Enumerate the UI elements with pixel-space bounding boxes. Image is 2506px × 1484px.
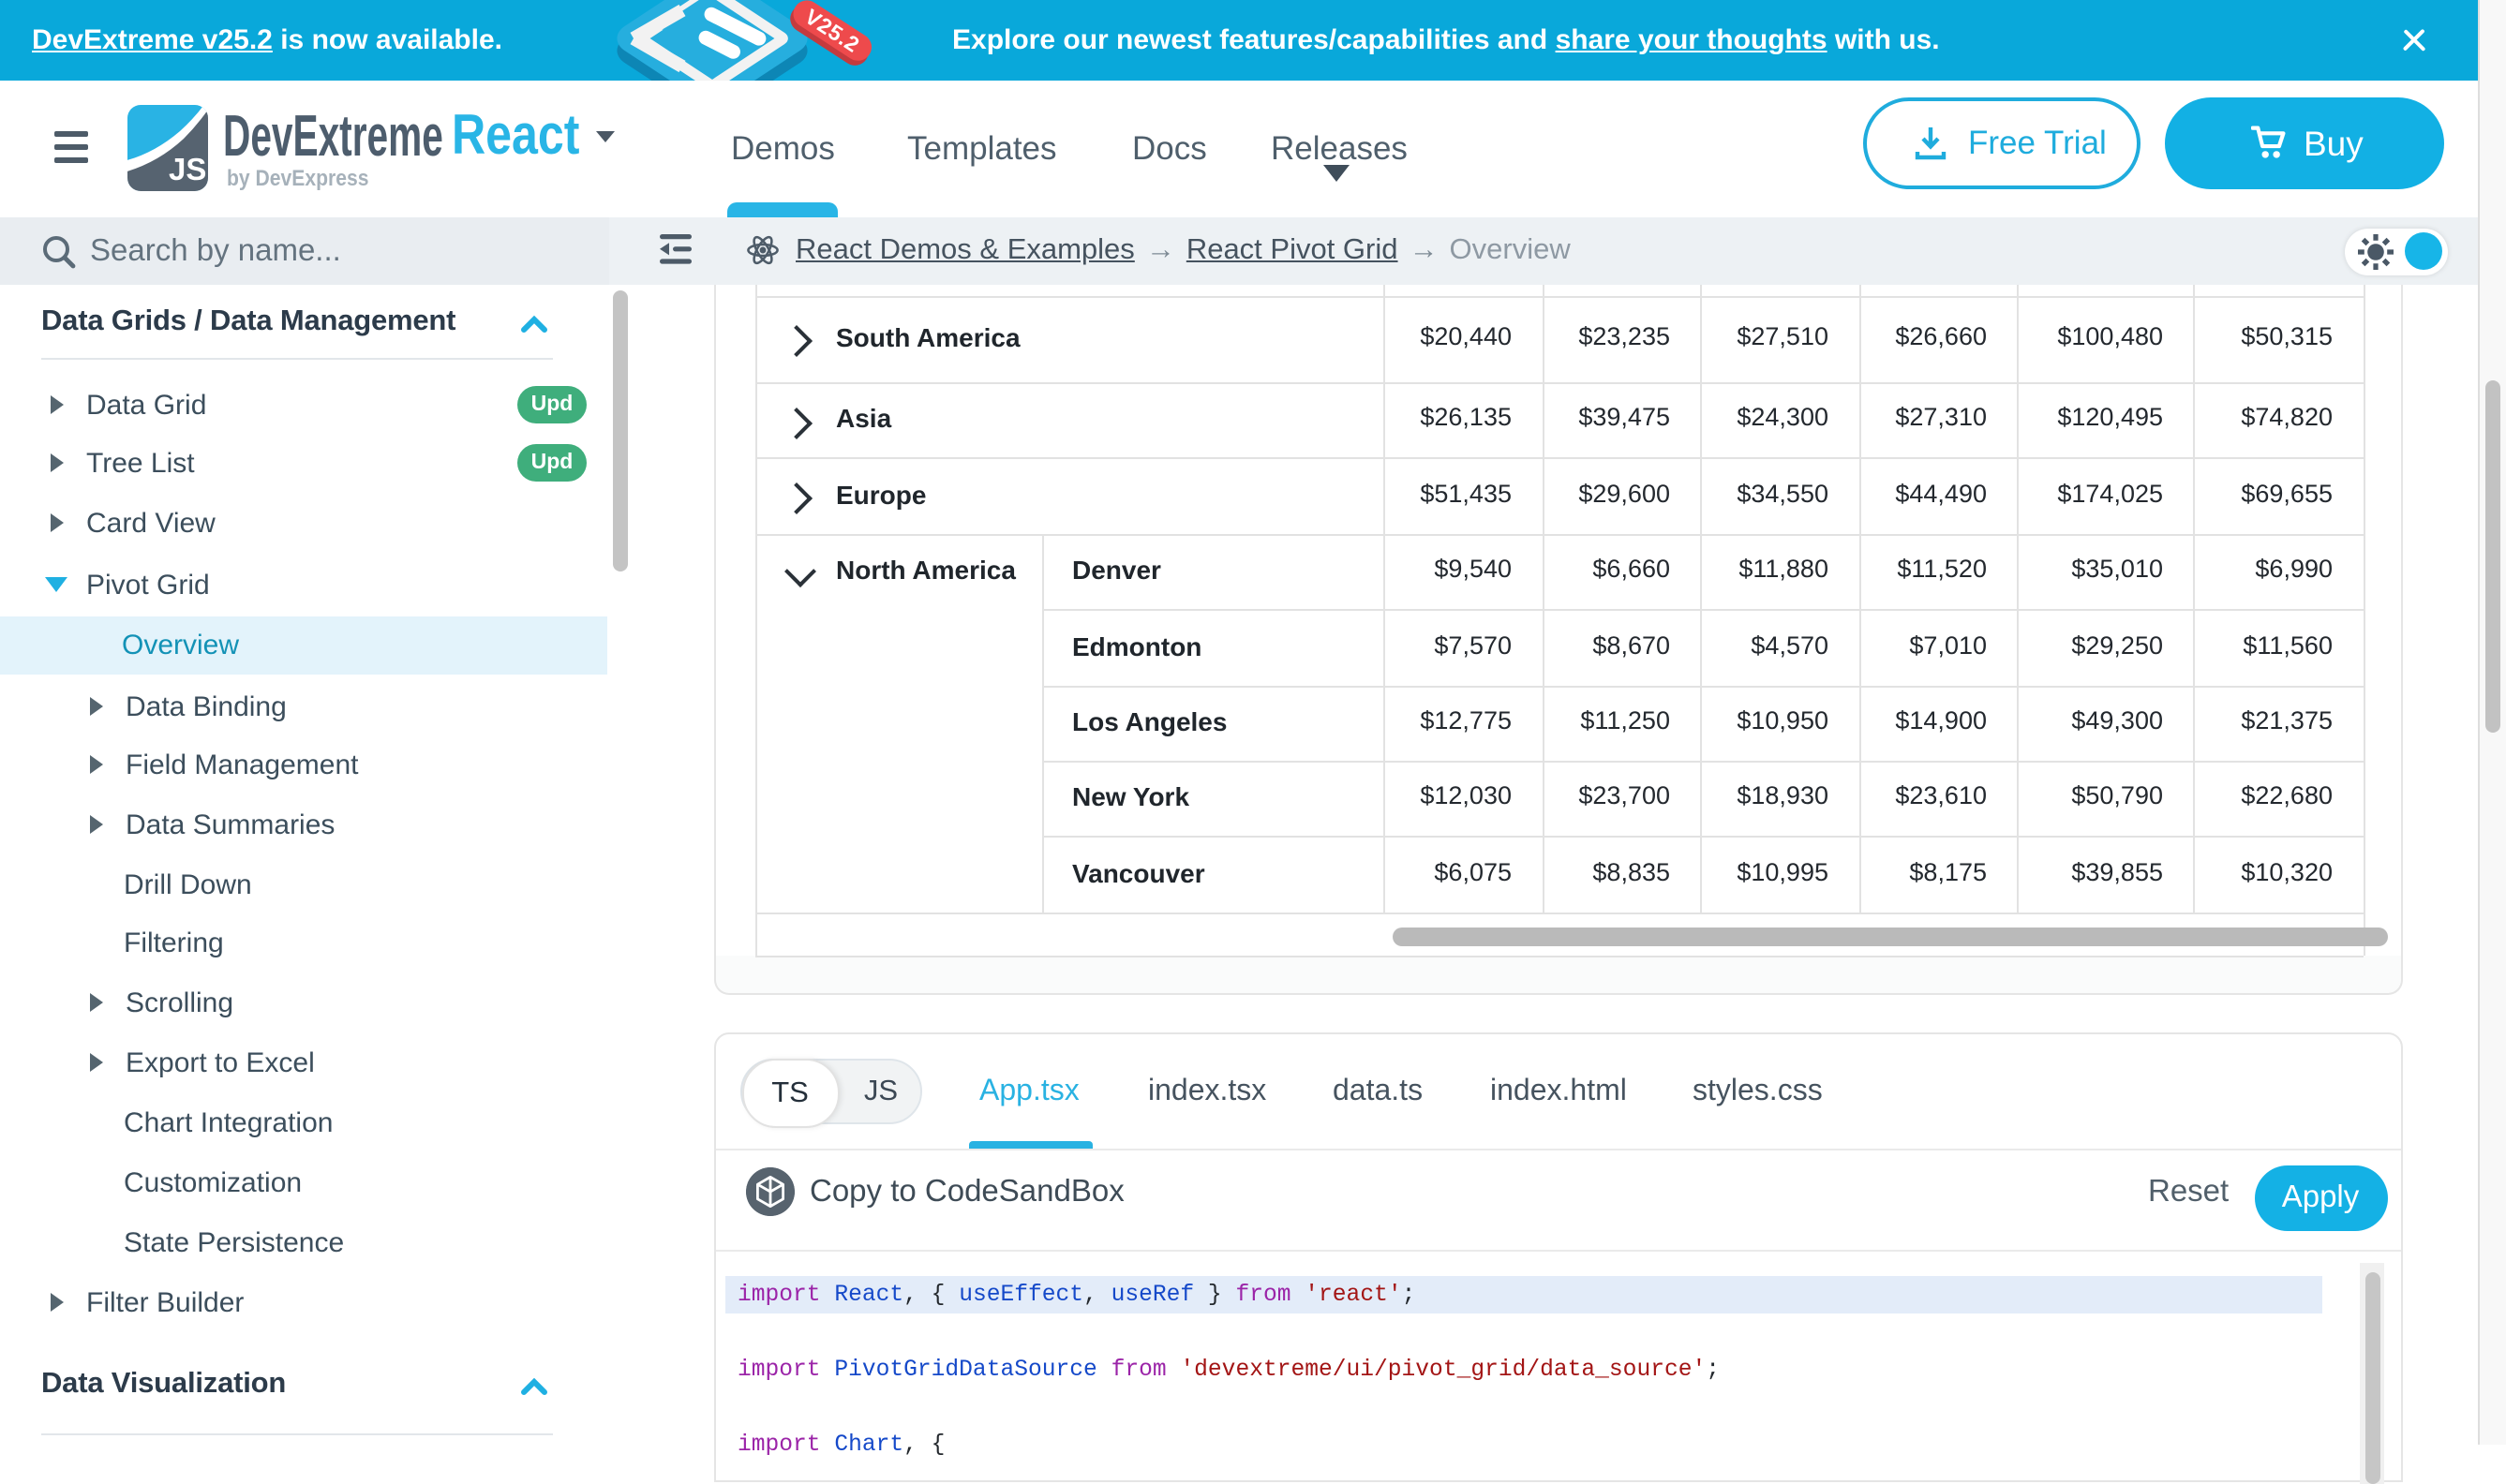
svg-text:JS: JS bbox=[169, 151, 206, 186]
